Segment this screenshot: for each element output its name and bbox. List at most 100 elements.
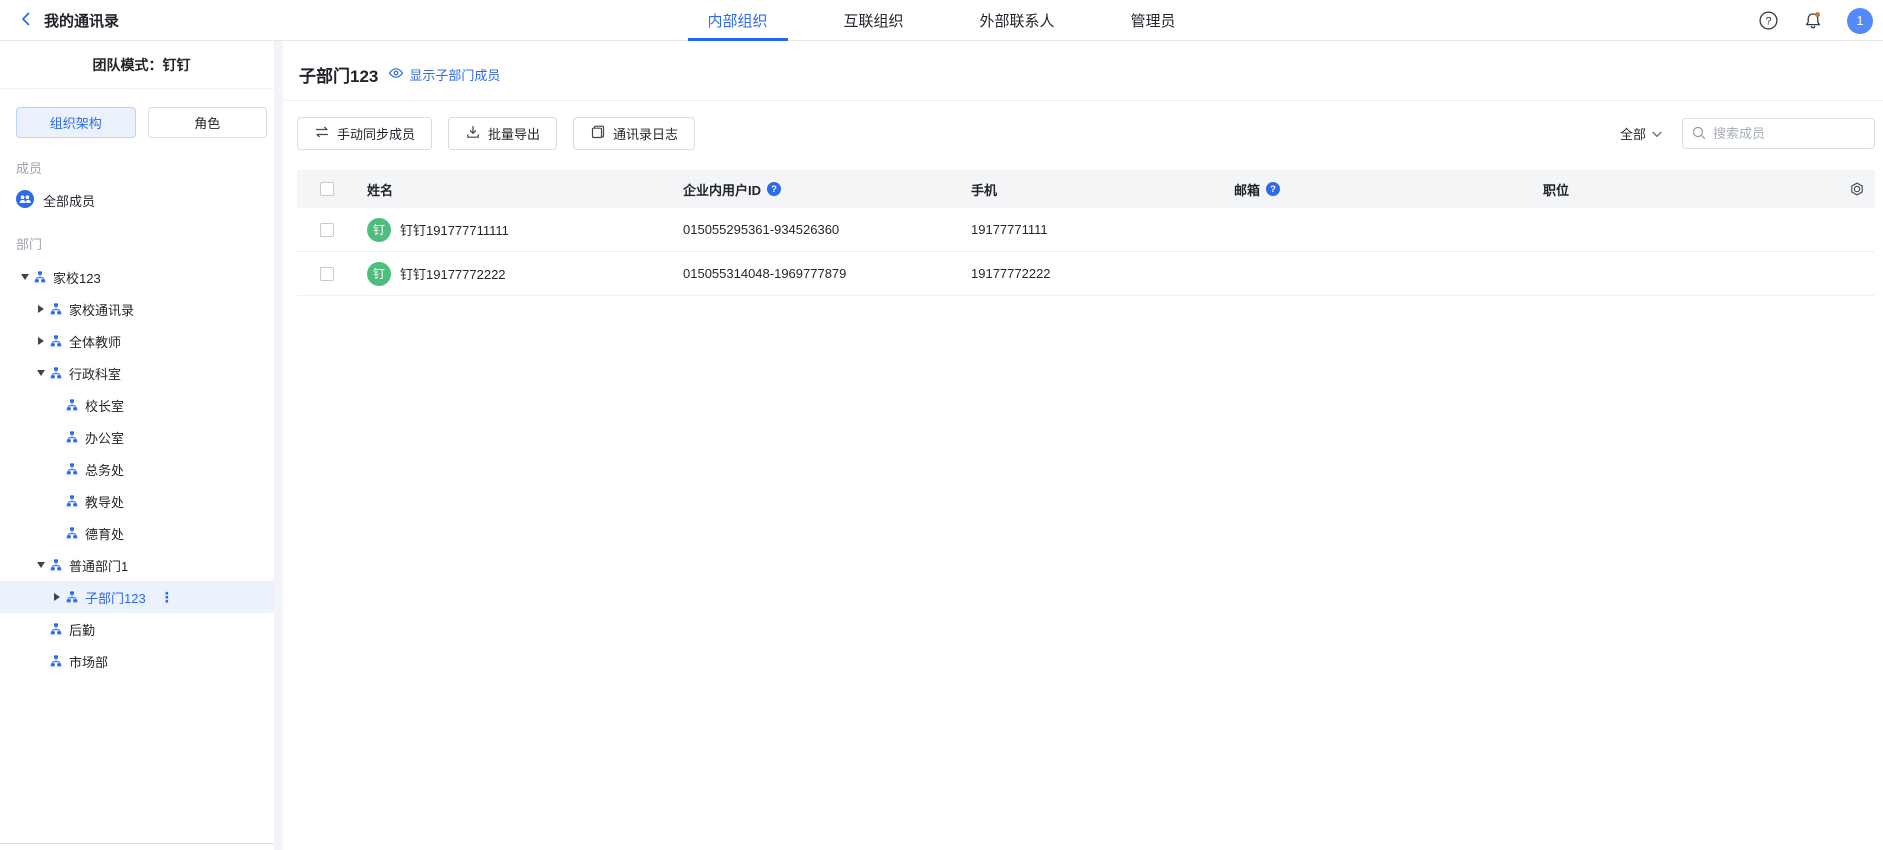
back-button[interactable] bbox=[18, 11, 34, 30]
tree-item-label: 家校123 bbox=[53, 268, 101, 287]
tree-caret-icon[interactable] bbox=[32, 337, 50, 345]
tree-item[interactable]: 行政科室 bbox=[0, 357, 283, 389]
column-header: 姓名 bbox=[367, 180, 683, 199]
column-header-label: 企业内用户ID bbox=[683, 180, 761, 199]
toolbar-right: 全部 bbox=[1620, 118, 1875, 149]
column-settings-icon[interactable] bbox=[1849, 181, 1865, 197]
member-phone: 19177772222 bbox=[971, 266, 1234, 281]
department-icon bbox=[66, 399, 78, 411]
tree-caret-icon[interactable] bbox=[32, 305, 50, 313]
filter-dropdown[interactable]: 全部 bbox=[1620, 124, 1662, 143]
tab-0[interactable]: 内部组织 bbox=[687, 0, 787, 41]
tree-item[interactable]: 后勤 bbox=[0, 613, 283, 645]
contacts-log-button[interactable]: 通讯录日志 bbox=[573, 117, 695, 150]
department-icon bbox=[66, 431, 78, 443]
search-input[interactable] bbox=[1682, 118, 1875, 149]
tree-item-label: 市场部 bbox=[69, 652, 108, 671]
svg-text:?: ? bbox=[1765, 15, 1771, 27]
team-mode-label: 团队模式：钉钉 bbox=[0, 41, 283, 89]
tree-item-label: 总务处 bbox=[85, 460, 124, 479]
row-checkbox[interactable] bbox=[320, 223, 334, 237]
sidebar-scrollbar[interactable] bbox=[274, 41, 283, 850]
tree-item[interactable]: 全体教师 bbox=[0, 325, 283, 357]
tree-caret-icon[interactable] bbox=[48, 593, 66, 601]
filter-dropdown-value: 全部 bbox=[1620, 124, 1646, 143]
help-badge-icon[interactable]: ? bbox=[1266, 182, 1280, 196]
tree-item-label: 家校通讯录 bbox=[69, 300, 134, 319]
search-icon bbox=[1691, 125, 1707, 144]
tree-item[interactable]: 总务处 bbox=[0, 453, 283, 485]
sidebar-toggle-row: 组织架构 角色 bbox=[0, 89, 283, 144]
member-name: 钉钉191777711111 bbox=[400, 220, 509, 239]
member-search bbox=[1682, 118, 1875, 149]
avatar[interactable]: 1 bbox=[1847, 8, 1873, 34]
page-title: 我的通讯录 bbox=[44, 10, 119, 31]
tree-item[interactable]: 家校123 bbox=[0, 261, 283, 293]
sidebar-item-all-members[interactable]: 全部成员 bbox=[0, 181, 283, 220]
manual-sync-button[interactable]: 手动同步成员 bbox=[297, 117, 432, 150]
org-structure-button[interactable]: 组织架构 bbox=[16, 107, 136, 138]
contacts-log-label: 通讯录日志 bbox=[613, 124, 678, 143]
tab-1[interactable]: 互联组织 bbox=[823, 0, 923, 41]
topbar-left: 我的通讯录 bbox=[0, 10, 119, 31]
manual-sync-label: 手动同步成员 bbox=[337, 124, 415, 143]
department-icon bbox=[50, 367, 62, 379]
column-header-label: 手机 bbox=[971, 180, 997, 199]
help-icon[interactable]: ? bbox=[1758, 10, 1779, 31]
table-row[interactable]: 钉钉钉191777711111 015055295361-934526360191… bbox=[297, 208, 1875, 252]
tree-item-label: 普通部门1 bbox=[69, 556, 128, 575]
topbar: 我的通讯录 内部组织互联组织外部联系人管理员 ? 1 bbox=[0, 0, 1883, 41]
roles-button[interactable]: 角色 bbox=[148, 107, 268, 138]
member-avatar: 钉 bbox=[367, 262, 391, 286]
tree-caret-icon[interactable] bbox=[16, 274, 34, 280]
svg-text:?: ? bbox=[771, 184, 777, 195]
column-header: 手机 bbox=[971, 180, 1234, 199]
column-header-label: 职位 bbox=[1543, 180, 1569, 199]
table-body: 钉钉钉191777711111015055295361-934526360191… bbox=[297, 208, 1875, 296]
tree-item-label: 校长室 bbox=[85, 396, 124, 415]
department-icon bbox=[50, 655, 62, 667]
members-section-label: 成员 bbox=[0, 144, 283, 181]
sidebar-bottom-divider bbox=[0, 843, 274, 844]
department-icon bbox=[66, 527, 78, 539]
batch-export-label: 批量导出 bbox=[488, 124, 540, 143]
more-options-icon[interactable]: ⋮ bbox=[160, 589, 174, 606]
department-icon bbox=[66, 495, 78, 507]
tree-item-label: 教导处 bbox=[85, 492, 124, 511]
show-sub-members-link[interactable]: 显示子部门成员 bbox=[388, 65, 500, 84]
notification-bell-icon[interactable] bbox=[1803, 11, 1823, 31]
tree-item-label: 行政科室 bbox=[69, 364, 121, 383]
tree-item[interactable]: 办公室 bbox=[0, 421, 283, 453]
table-row[interactable]: 钉钉钉19177772222 015055314048-1969777879191… bbox=[297, 252, 1875, 296]
log-document-icon bbox=[590, 124, 606, 143]
tree-item[interactable]: 家校通讯录 bbox=[0, 293, 283, 325]
member-user-id: 015055314048-1969777879 bbox=[683, 266, 971, 281]
tree-caret-icon[interactable] bbox=[32, 370, 50, 376]
main-content: 子部门123 显示子部门成员 手动同步成员 bbox=[283, 41, 1883, 850]
member-avatar: 钉 bbox=[367, 218, 391, 242]
tree-item-label: 德育处 bbox=[85, 524, 124, 543]
department-icon bbox=[50, 303, 62, 315]
departments-section-label: 部门 bbox=[0, 220, 283, 257]
member-user-id: 015055295361-934526360 bbox=[683, 222, 971, 237]
member-name: 钉钉19177772222 bbox=[400, 264, 506, 283]
sidebar: 团队模式：钉钉 组织架构 角色 成员 全部成员 部门 家校123 家校通讯录全体教… bbox=[0, 41, 283, 850]
tree-item[interactable]: 子部门123⋮ bbox=[0, 581, 283, 613]
tab-2[interactable]: 外部联系人 bbox=[960, 0, 1075, 41]
tree-item[interactable]: 校长室 bbox=[0, 389, 283, 421]
top-tabs: 内部组织互联组织外部联系人管理员 bbox=[669, 0, 1213, 41]
tab-3[interactable]: 管理员 bbox=[1111, 0, 1196, 41]
help-badge-icon[interactable]: ? bbox=[767, 182, 781, 196]
row-checkbox[interactable] bbox=[320, 267, 334, 281]
member-phone: 19177771111 bbox=[971, 222, 1234, 237]
tree-caret-icon[interactable] bbox=[32, 562, 50, 568]
tree-item[interactable]: 德育处 bbox=[0, 517, 283, 549]
select-all-checkbox[interactable] bbox=[320, 182, 334, 196]
tree-item[interactable]: 市场部 bbox=[0, 645, 283, 677]
tree-item[interactable]: 教导处 bbox=[0, 485, 283, 517]
tree-item[interactable]: 普通部门1 bbox=[0, 549, 283, 581]
all-members-icon bbox=[16, 190, 34, 211]
batch-export-button[interactable]: 批量导出 bbox=[448, 117, 557, 150]
column-header-label: 邮箱 bbox=[1234, 180, 1260, 199]
svg-text:?: ? bbox=[1270, 184, 1276, 195]
